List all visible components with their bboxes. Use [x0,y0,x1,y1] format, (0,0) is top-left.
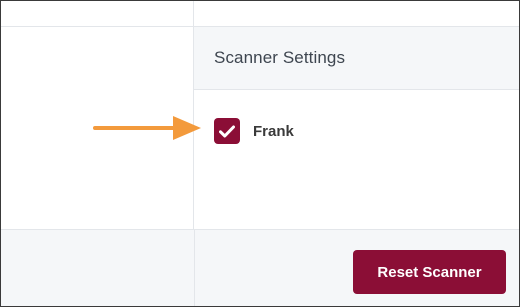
scanner-checkbox[interactable] [214,118,240,144]
footer-divider [194,230,195,306]
panel-title: Scanner Settings [214,48,346,67]
pointer-arrow-icon [93,116,201,140]
reset-scanner-button[interactable]: Reset Scanner [353,250,506,294]
footer-bar: Reset Scanner [1,229,519,306]
check-icon [219,125,235,137]
scanner-label: Frank [253,122,294,140]
scanner-settings-window: Scanner Settings Frank Reset Scanner [0,0,520,307]
scanner-item-frank[interactable]: Frank [214,118,294,144]
panel-header: Scanner Settings [194,27,519,90]
